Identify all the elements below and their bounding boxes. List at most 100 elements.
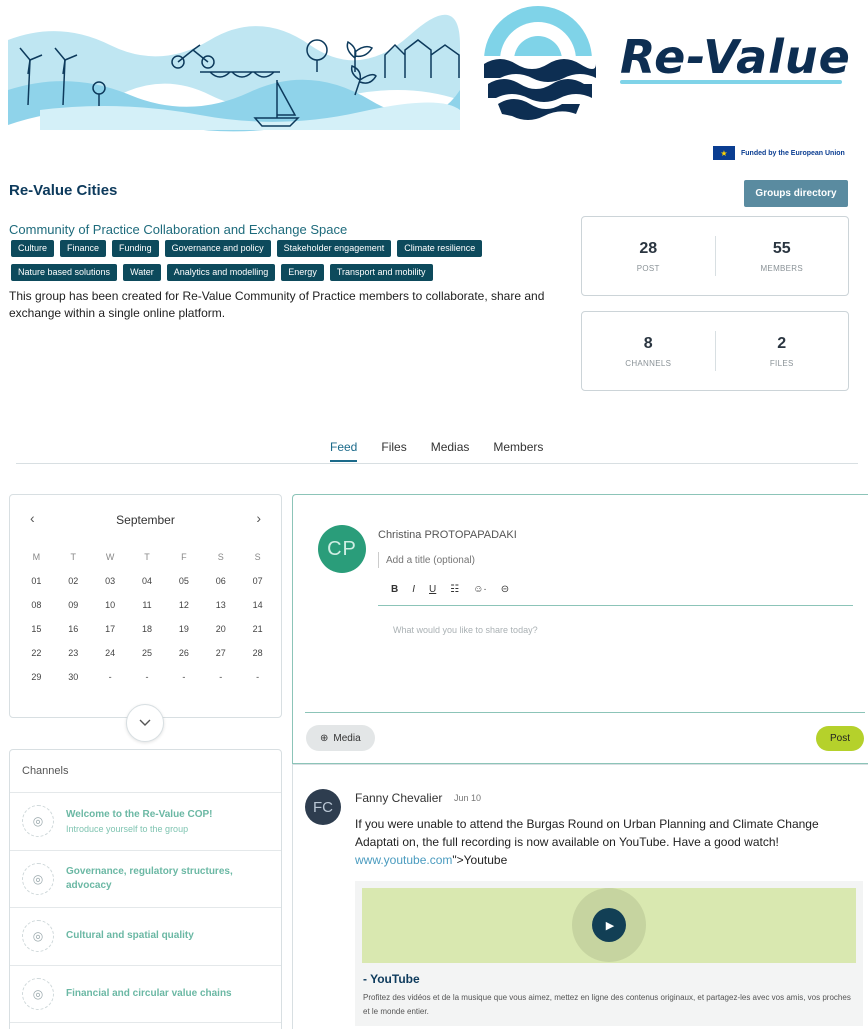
calendar-next-icon[interactable]: › (256, 510, 261, 526)
tag[interactable]: Analytics and modelling (166, 264, 276, 281)
stats-box-content: 8 CHANNELS 2 FILES (581, 311, 849, 391)
group-description: This group has been created for Re-Value… (9, 289, 545, 320)
group-subtitle: Community of Practice Collaboration and … (9, 222, 348, 237)
post-author[interactable]: Fanny Chevalier (355, 791, 442, 805)
calendar-day[interactable]: 11 (129, 599, 166, 612)
channel-item[interactable]: ◎ Financial and circular value chains (10, 966, 281, 1023)
channel-item[interactable]: ◎ Governance, regulatory structures, adv… (10, 851, 281, 908)
channels-title: Channels (10, 750, 281, 793)
calendar-day[interactable]: 06 (202, 575, 239, 588)
calendar-grid: M T W T F S S 01 02 03 04 05 06 07 08 09 10 11 12 13 14 15 16 1… (18, 551, 276, 684)
calendar-day[interactable]: 05 (165, 575, 202, 588)
stat-members-label: MEMBERS (760, 263, 804, 273)
calendar-weekday: S (254, 552, 261, 562)
stat-channels[interactable]: 8 CHANNELS (582, 335, 715, 368)
calendar-day[interactable]: 16 (55, 623, 92, 636)
calendar-day: - (256, 672, 260, 682)
stat-members[interactable]: 55 MEMBERS (716, 240, 849, 273)
calendar-day: - (108, 672, 112, 682)
stats-box-activity: 28 POST 55 MEMBERS (581, 216, 849, 296)
calendar-day[interactable]: 22 (18, 647, 55, 660)
tag[interactable]: Nature based solutions (11, 264, 118, 281)
calendar-day[interactable]: 10 (92, 599, 129, 612)
eu-funded-text: Funded by the European Union (741, 149, 845, 157)
tag[interactable]: Culture (11, 240, 55, 257)
calendar-day[interactable]: 03 (92, 575, 129, 588)
calendar-weekday: W (105, 552, 115, 562)
calendar-day[interactable]: 25 (129, 647, 166, 660)
channel-item[interactable]: ◎ Cultural and spatial quality (10, 908, 281, 966)
stat-files-value: 2 (777, 334, 787, 352)
calendar-day[interactable]: 18 (129, 623, 166, 636)
calendar-day[interactable]: 09 (55, 599, 92, 612)
group-tags: Culture Finance Funding Governance and p… (11, 240, 571, 281)
tab-files[interactable]: Files (381, 440, 406, 462)
tag[interactable]: Funding (112, 240, 159, 257)
globe-icon: ◎ (22, 862, 54, 895)
calendar-day[interactable]: 26 (165, 647, 202, 660)
avatar[interactable]: FC (305, 789, 341, 825)
tab-medias[interactable]: Medias (431, 440, 470, 462)
video-thumbnail[interactable]: ▶ (362, 888, 856, 963)
stat-files-label: FILES (769, 358, 794, 368)
link-icon[interactable]: ⊝ (501, 584, 509, 595)
media-button[interactable]: ⊕ Media (306, 725, 375, 751)
tag[interactable]: Governance and policy (164, 240, 271, 257)
calendar-day[interactable]: 30 (55, 671, 92, 684)
calendar-day[interactable]: 28 (239, 647, 276, 660)
calendar-day[interactable]: 08 (18, 599, 55, 612)
calendar-day[interactable]: 19 (165, 623, 202, 636)
chevron-down-icon[interactable] (126, 704, 164, 742)
calendar-day[interactable]: 14 (239, 599, 276, 612)
calendar-day[interactable]: 27 (202, 647, 239, 660)
post-body-input[interactable]: What would you like to share today? (393, 625, 538, 635)
groups-directory-button[interactable]: Groups directory (744, 180, 848, 207)
italic-button[interactable]: I (412, 584, 415, 595)
calendar-weekday: F (181, 552, 187, 562)
tag[interactable]: Energy (281, 264, 324, 281)
bold-button[interactable]: B (391, 584, 398, 595)
calendar-day[interactable]: 07 (239, 575, 276, 588)
calendar-day[interactable]: 12 (165, 599, 202, 612)
brand-logo-underline (620, 80, 842, 84)
calendar-day[interactable]: 23 (55, 647, 92, 660)
emoji-icon[interactable]: ☺· (473, 584, 487, 595)
calendar-day[interactable]: 21 (239, 623, 276, 636)
post-link[interactable]: www.youtube.com (355, 853, 452, 867)
calendar-weekday: M (32, 552, 41, 562)
tag[interactable]: Transport and mobility (329, 264, 433, 281)
tag[interactable]: Finance (60, 240, 107, 257)
link-preview-card[interactable]: ▶ - YouTube Profitez des vidéos et de la… (355, 881, 863, 1026)
play-icon[interactable]: ▶ (592, 908, 626, 942)
channel-item[interactable]: ◎ Welcome to the Re-Value COP! Introduce… (10, 793, 281, 851)
calendar-day[interactable]: 04 (129, 575, 166, 588)
stat-channels-label: CHANNELS (625, 358, 672, 368)
tab-members[interactable]: Members (493, 440, 543, 462)
tag[interactable]: Climate resilience (397, 240, 483, 257)
tag[interactable]: Stakeholder engagement (276, 240, 392, 257)
calendar-day[interactable]: 13 (202, 599, 239, 612)
post-date: Jun 10 (454, 793, 482, 803)
calendar-widget: ‹ September › M T W T F S S 01 02 03 04 05 06 07 08 09 1… (9, 494, 282, 718)
list-icon[interactable]: ☷ (450, 584, 459, 595)
stat-post[interactable]: 28 POST (582, 240, 715, 273)
composer-author: Christina PROTOPAPADAKI (378, 529, 517, 541)
tag[interactable]: Water (123, 264, 161, 281)
globe-icon: ◎ (22, 805, 54, 838)
calendar-day[interactable]: 15 (18, 623, 55, 636)
calendar-day[interactable]: 24 (92, 647, 129, 660)
plus-circle-icon: ⊕ (320, 732, 329, 744)
calendar-day[interactable]: 17 (92, 623, 129, 636)
calendar-day[interactable]: 20 (202, 623, 239, 636)
media-button-label: Media (333, 732, 361, 744)
underline-button[interactable]: U (429, 584, 436, 595)
calendar-day[interactable]: 29 (18, 671, 55, 684)
stat-files[interactable]: 2 FILES (716, 335, 849, 368)
calendar-day[interactable]: 02 (55, 575, 92, 588)
preview-title[interactable]: - YouTube (363, 972, 420, 986)
calendar-day[interactable]: 01 (18, 575, 55, 588)
post-title-input[interactable] (378, 552, 678, 568)
post-composer: CP Christina PROTOPAPADAKI B I U ☷ ☺· ⊝ … (292, 494, 868, 764)
post-button[interactable]: Post (816, 726, 864, 751)
tab-feed[interactable]: Feed (330, 440, 358, 462)
